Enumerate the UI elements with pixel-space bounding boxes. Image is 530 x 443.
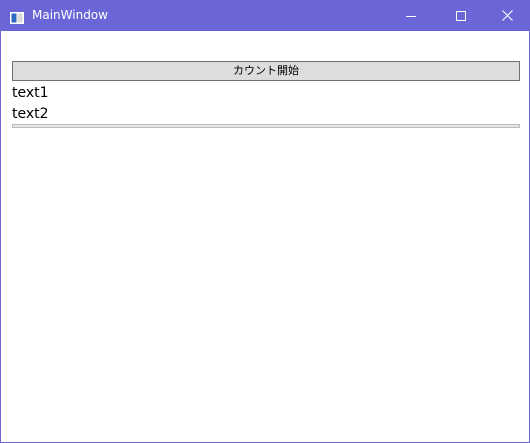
start-count-button[interactable]: カウント開始 (12, 61, 520, 81)
minimize-button[interactable] (388, 0, 434, 31)
close-icon (501, 6, 513, 25)
window-title: MainWindow (32, 8, 108, 22)
main-window: MainWindow カウント開始 text1 text2 (0, 0, 530, 443)
text1-label: text1 (12, 85, 49, 101)
window-content: カウント開始 text1 text2 (2, 31, 530, 442)
maximize-button[interactable] (438, 0, 484, 31)
close-button[interactable] (484, 0, 530, 31)
app-window-icon (10, 9, 24, 24)
text2-label: text2 (12, 106, 49, 122)
progress-bar (12, 124, 520, 128)
minimize-icon (406, 6, 416, 25)
maximize-icon (456, 6, 466, 25)
title-bar[interactable]: MainWindow (1, 0, 530, 31)
